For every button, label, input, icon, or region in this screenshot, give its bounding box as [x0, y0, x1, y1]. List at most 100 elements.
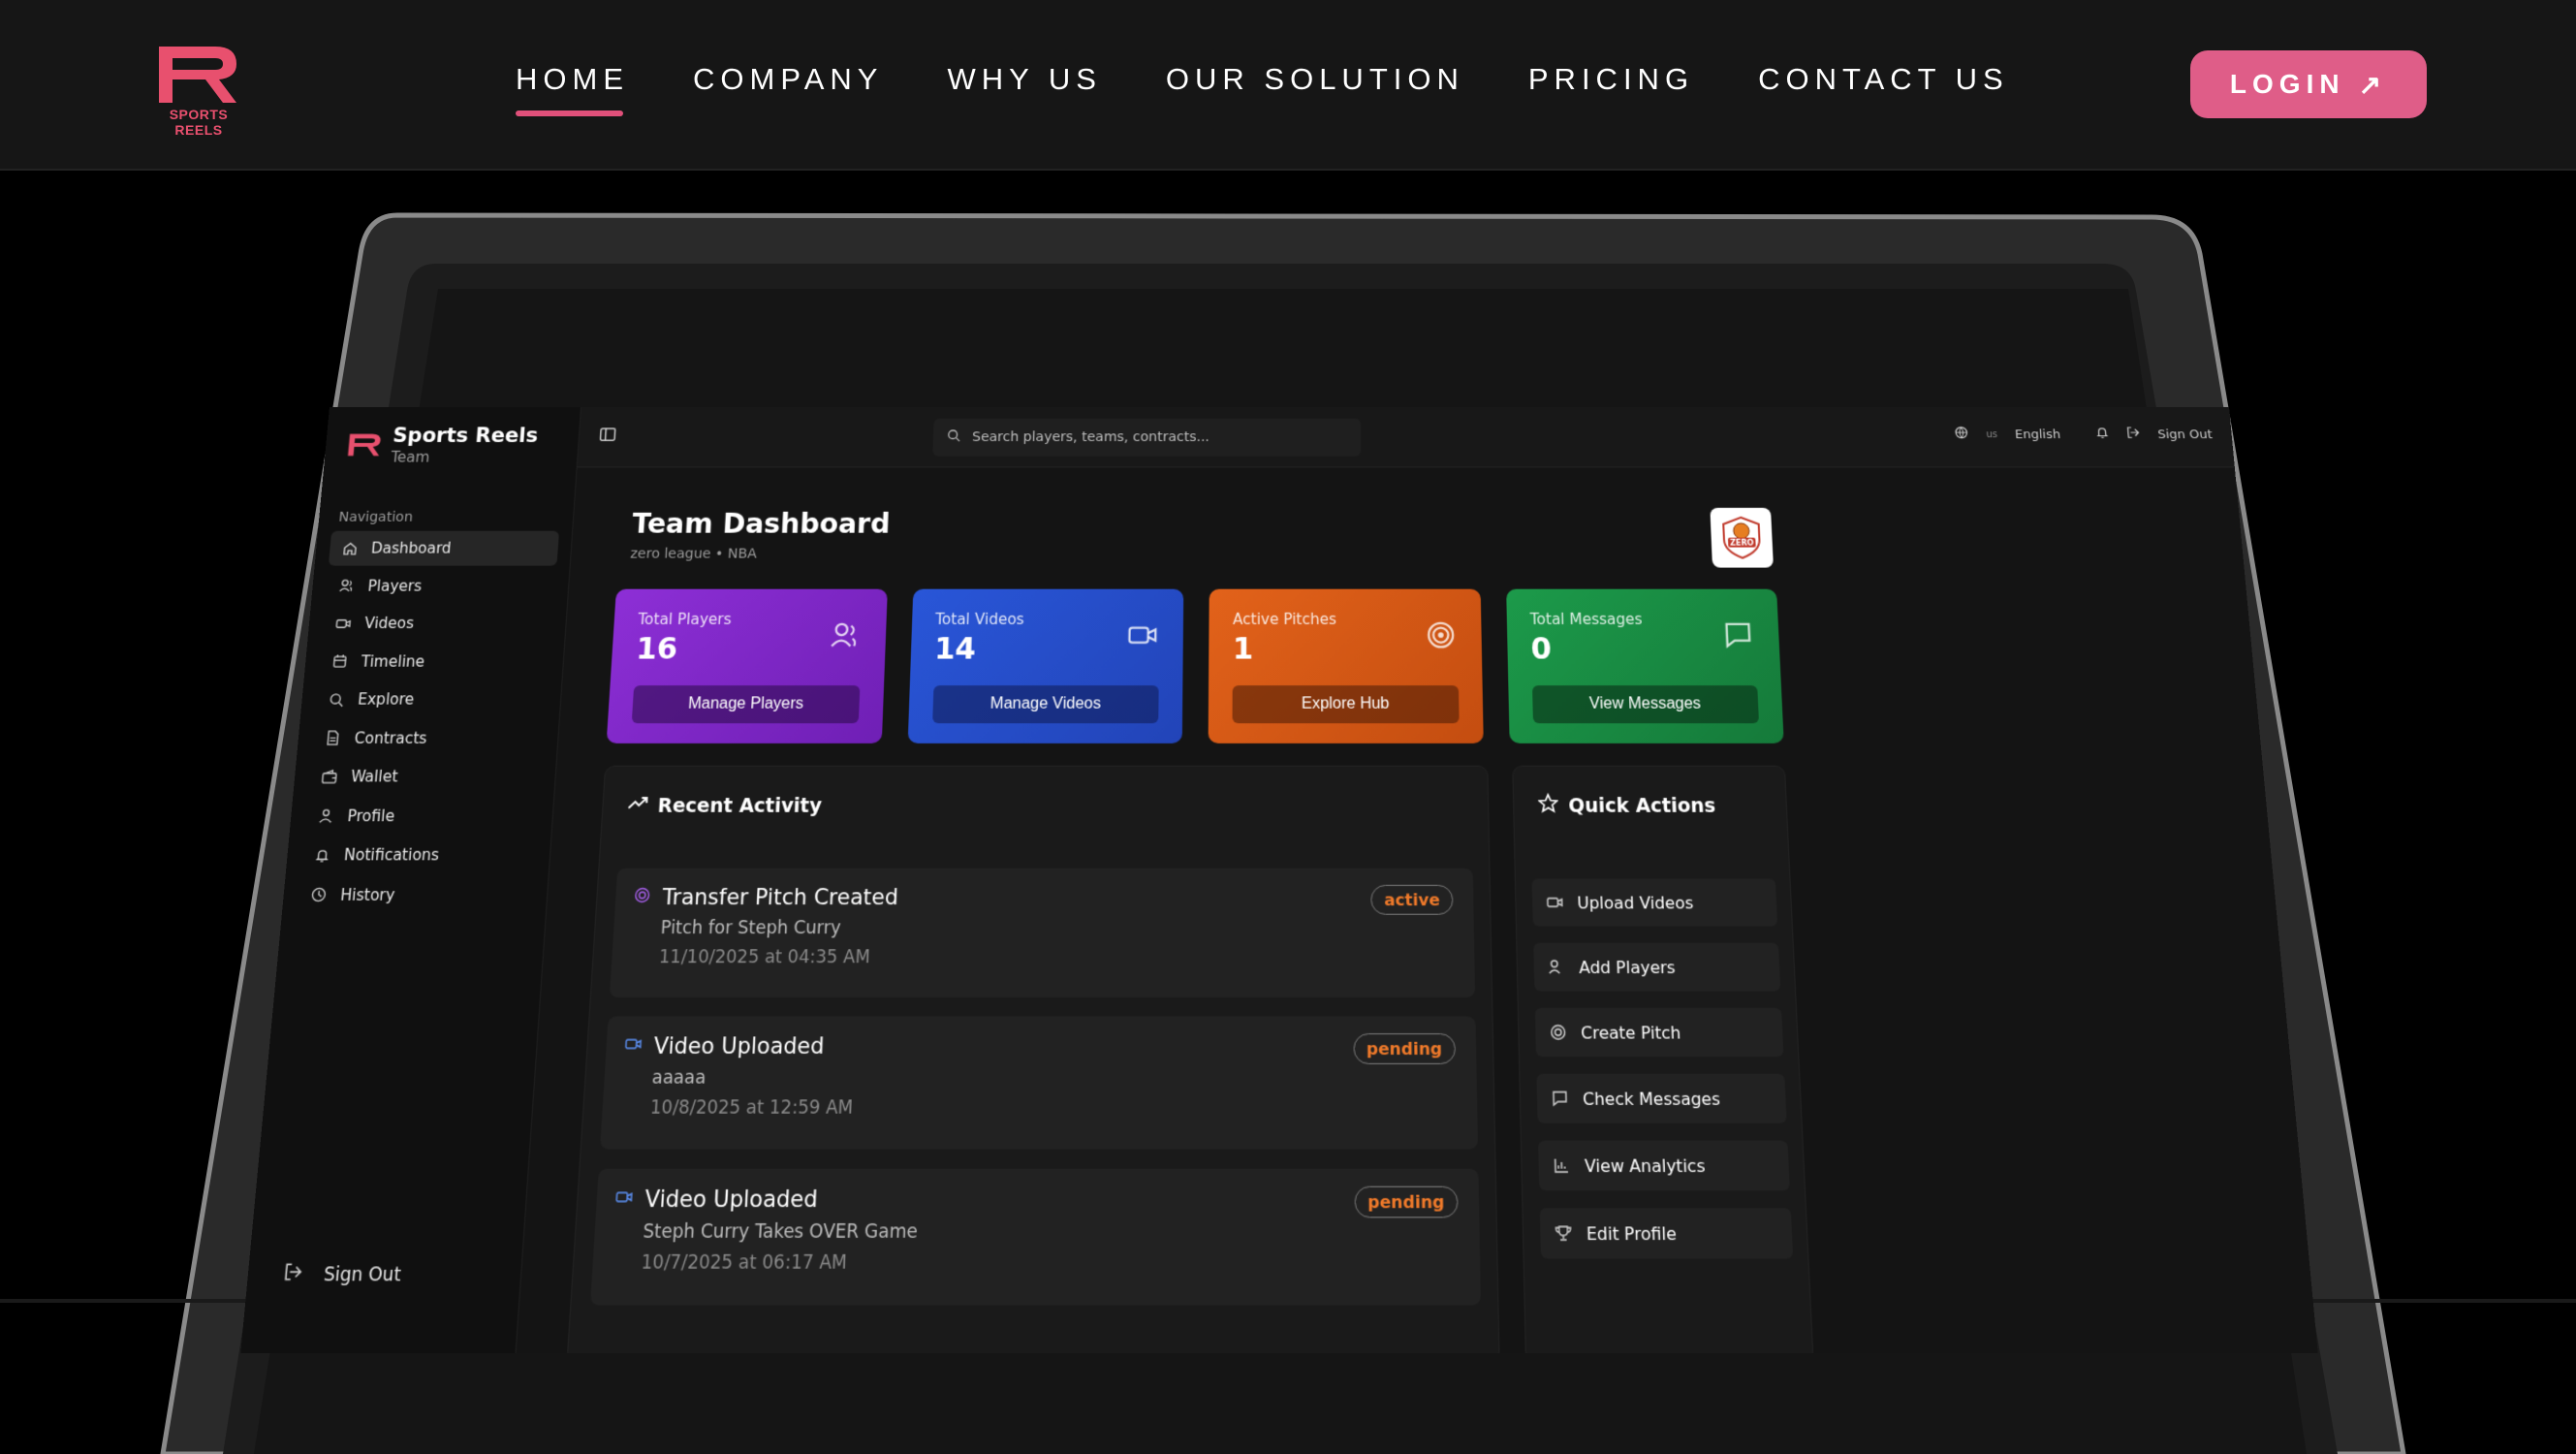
explore-hub-button[interactable]: Explore Hub: [1232, 685, 1460, 724]
sidebar-item-dashboard[interactable]: Dashboard: [328, 530, 560, 566]
search-input[interactable]: Search players, teams, contracts...: [932, 418, 1362, 457]
nav-company[interactable]: COMPANY: [693, 62, 883, 116]
nav-our-solution[interactable]: OUR SOLUTION: [1166, 62, 1464, 116]
target-icon: [634, 887, 651, 907]
quick-action-label: Add Players: [1578, 957, 1677, 977]
sidebar-toggle-icon[interactable]: [598, 426, 616, 446]
activity-list: Transfer Pitch Created Pitch for Steph C…: [589, 868, 1482, 1325]
stats-row: Total Players 16 Manage Players Total Vi…: [606, 588, 1784, 743]
quick-actions-list: Upload Videos Add Players Create Pitch C…: [1531, 878, 1794, 1276]
sidebar-brand[interactable]: Sports Reels Team: [345, 424, 539, 466]
recent-activity-title: Recent Activity: [627, 793, 823, 818]
nav-why-us[interactable]: WHY US: [947, 62, 1101, 116]
sidebar-item-timeline[interactable]: Timeline: [318, 644, 551, 680]
quick-actions-panel: Quick Actions Upload Videos Add Players: [1512, 765, 1814, 1354]
activity-item[interactable]: Video Uploaded Steph Curry Takes OVER Ga…: [589, 1168, 1481, 1306]
dashboard-main: Team Dashboard zero league • NBA ZERO To…: [517, 467, 2318, 1354]
star-icon: [1538, 793, 1558, 818]
video-icon: [1127, 620, 1157, 654]
stat-label: Total Messages: [1529, 610, 1643, 629]
team-logo-text: ZERO: [1730, 539, 1754, 548]
activity-title: Transfer Pitch Created: [661, 884, 899, 910]
sidebar-item-contracts[interactable]: Contracts: [311, 720, 547, 756]
status-badge: active: [1370, 884, 1454, 915]
sidebar-item-wallet[interactable]: Wallet: [307, 758, 544, 795]
sidebar-item-label: Contracts: [353, 728, 428, 747]
home-icon: [341, 541, 359, 556]
trophy-icon: [1555, 1224, 1572, 1242]
activity-desc: Pitch for Steph Curry: [660, 917, 842, 939]
login-button[interactable]: LOGIN ↗: [2190, 50, 2427, 118]
manage-videos-button[interactable]: Manage Videos: [931, 685, 1159, 724]
video-icon: [334, 616, 352, 631]
sidebar-signout-label: Sign Out: [323, 1263, 402, 1286]
users-icon: [1548, 959, 1564, 975]
sidebar-item-label: Timeline: [360, 651, 425, 671]
quick-action-label: View Analytics: [1584, 1154, 1706, 1176]
activity-item[interactable]: Transfer Pitch Created Pitch for Steph C…: [609, 868, 1476, 997]
sidebar-item-videos[interactable]: Videos: [322, 606, 554, 641]
sidebar-item-label: Videos: [363, 614, 415, 633]
panel-title-text: Recent Activity: [657, 794, 823, 817]
team-logo: ZERO: [1710, 507, 1774, 568]
bell-icon[interactable]: [2095, 426, 2110, 443]
view-analytics-button[interactable]: View Analytics: [1538, 1140, 1790, 1191]
language-selector[interactable]: English: [2015, 427, 2061, 442]
stat-label: Total Players: [637, 610, 733, 629]
wallet-icon: [320, 769, 337, 785]
nav-contact-us[interactable]: CONTACT US: [1758, 62, 2009, 116]
basketball-shield-icon: ZERO: [1717, 515, 1767, 561]
main-nav: HOME COMPANY WHY US OUR SOLUTION PRICING…: [516, 62, 2073, 116]
activity-title: Video Uploaded: [652, 1033, 825, 1059]
activity-date: 11/10/2025 at 04:35 AM: [658, 947, 871, 968]
bell-icon: [313, 847, 330, 864]
activity-item[interactable]: Video Uploaded aaaaa 10/8/2025 at 12:59 …: [600, 1016, 1479, 1150]
trending-up-icon: [627, 793, 648, 818]
hero-laptop: Sports Reels Team Navigation Dashboard P…: [0, 171, 2576, 1454]
globe-icon[interactable]: [1955, 426, 1969, 443]
brand-logo[interactable]: SPORTS REELS: [155, 43, 242, 138]
message-icon: [1722, 620, 1753, 654]
sidebar-item-label: Players: [366, 577, 423, 595]
quick-action-label: Create Pitch: [1580, 1022, 1681, 1043]
sidebar-item-label: Profile: [346, 806, 395, 825]
sidebar-signout-button[interactable]: Sign Out: [283, 1262, 402, 1287]
sidebar-item-notifications[interactable]: Notifications: [299, 837, 537, 873]
nav-pricing[interactable]: PRICING: [1528, 62, 1694, 116]
sidebar-item-label: Notifications: [343, 845, 440, 865]
edit-profile-button[interactable]: Edit Profile: [1539, 1208, 1794, 1259]
sidebar-item-label: History: [339, 885, 396, 904]
quick-action-label: Upload Videos: [1577, 892, 1694, 913]
activity-title: Video Uploaded: [644, 1185, 819, 1213]
stat-value: 14: [933, 632, 977, 667]
stat-label: Active Pitches: [1232, 610, 1336, 629]
recent-activity-panel: Recent Activity Transfer Pitch Created P…: [566, 765, 1500, 1354]
logout-icon[interactable]: [2126, 426, 2142, 443]
manage-players-button[interactable]: Manage Players: [631, 685, 860, 724]
sidebar-item-profile[interactable]: Profile: [303, 798, 540, 835]
topbar-signout-button[interactable]: Sign Out: [2157, 427, 2214, 442]
sidebar-brand-sub: Team: [390, 448, 431, 466]
create-pitch-button[interactable]: Create Pitch: [1534, 1007, 1784, 1058]
nav-home[interactable]: HOME: [516, 62, 629, 116]
video-icon: [624, 1035, 642, 1057]
sports-reels-logo-icon: [347, 433, 382, 457]
check-messages-button[interactable]: Check Messages: [1536, 1073, 1787, 1123]
users-icon: [829, 620, 860, 654]
topbar-actions: us English Sign Out: [1955, 426, 2214, 443]
add-players-button[interactable]: Add Players: [1533, 942, 1781, 992]
panel-title-text: Quick Actions: [1567, 794, 1716, 817]
view-messages-button[interactable]: View Messages: [1531, 685, 1760, 724]
activity-desc: aaaaa: [651, 1067, 707, 1090]
quick-action-label: Check Messages: [1582, 1088, 1721, 1109]
brand-name: SPORTS REELS: [169, 107, 229, 138]
sidebar-item-explore[interactable]: Explore: [314, 681, 549, 717]
language-code: us: [1986, 428, 1998, 440]
upload-videos-button[interactable]: Upload Videos: [1531, 878, 1778, 927]
sidebar-item-history[interactable]: History: [297, 876, 535, 913]
sidebar-item-label: Wallet: [350, 767, 399, 786]
activity-date: 10/8/2025 at 12:59 AM: [649, 1097, 854, 1120]
sidebar-item-players[interactable]: Players: [325, 568, 556, 603]
target-icon: [1550, 1024, 1566, 1041]
video-icon: [1547, 894, 1563, 910]
